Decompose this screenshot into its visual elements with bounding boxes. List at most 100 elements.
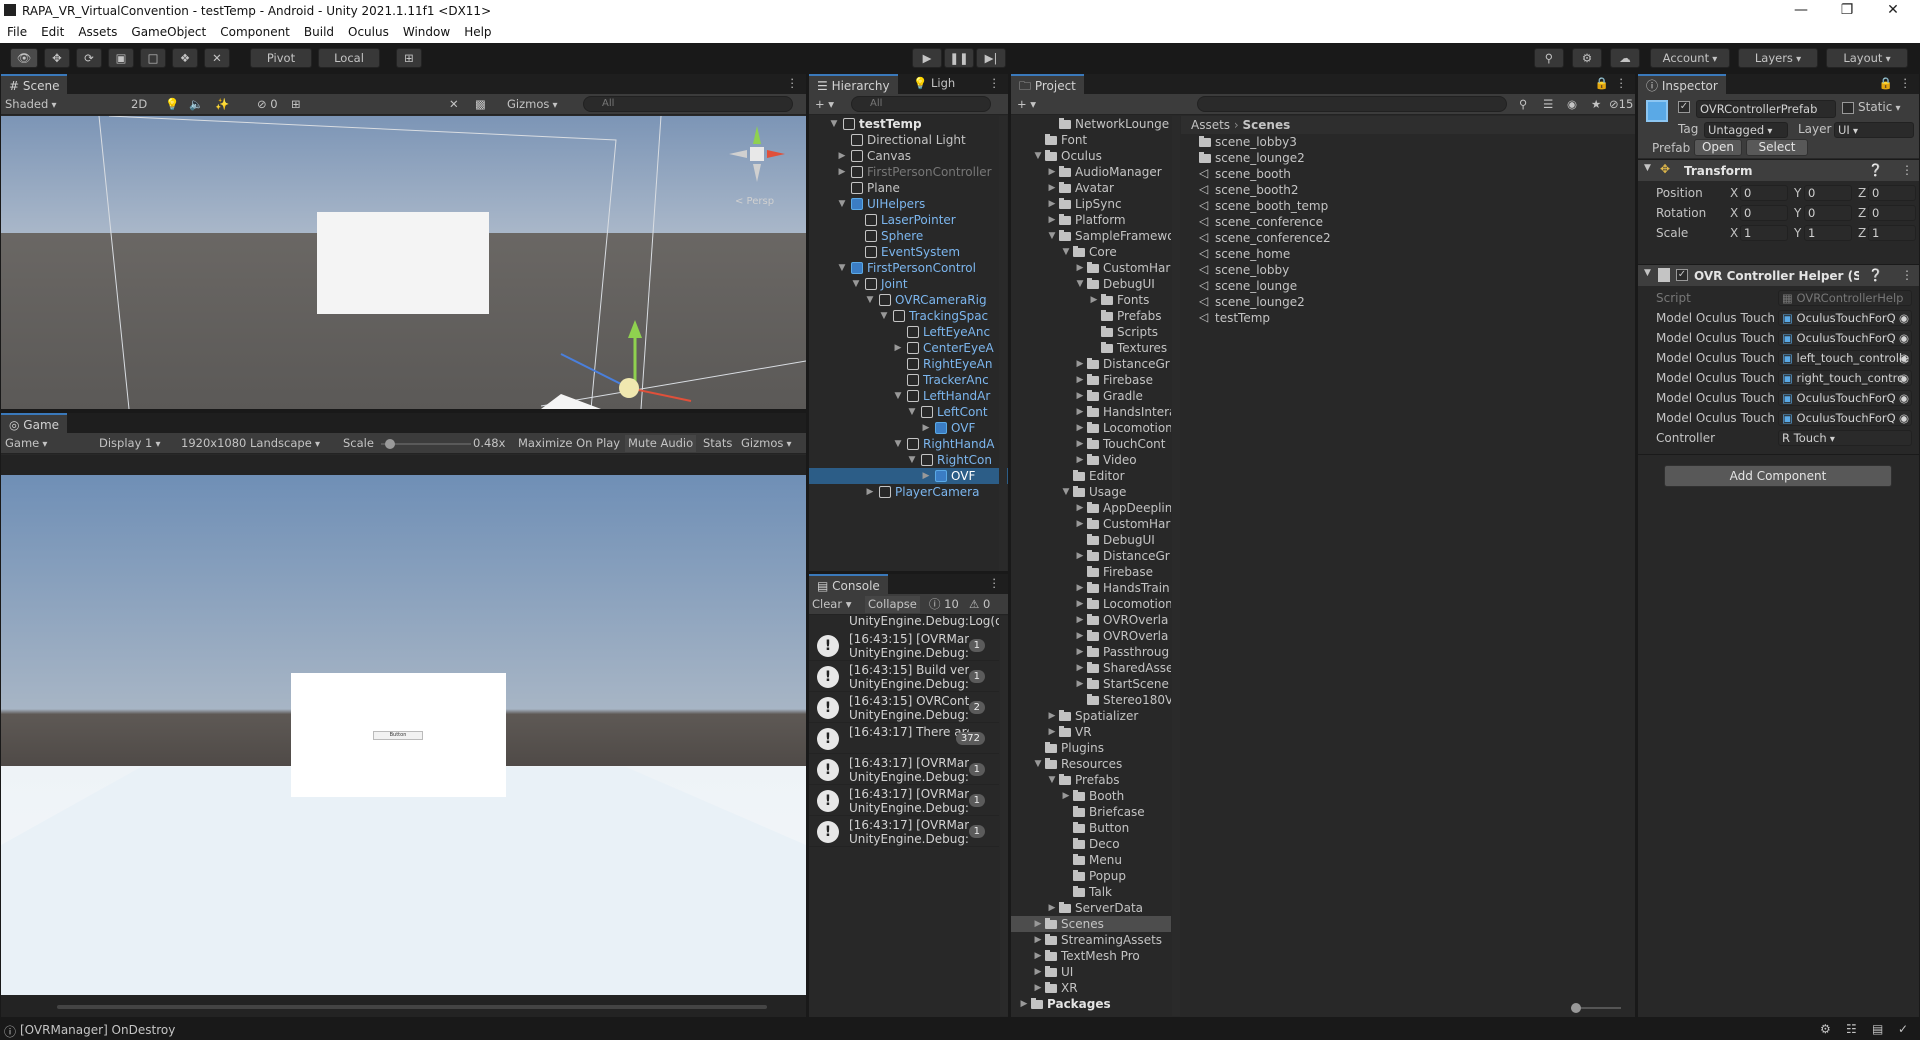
camera-icon[interactable]: ▩ [475,96,486,113]
object-picker-icon[interactable]: ◉ [1899,391,1909,405]
hierarchy-item[interactable]: LeftEyeAnc [809,324,1008,340]
play-button[interactable]: ▶ [912,48,942,68]
debug-icon[interactable]: ⚙ [1820,1022,1831,1036]
close-icon[interactable]: ✕ [1870,0,1916,22]
project-folder-item[interactable]: ▶ UI [1011,964,1171,980]
mode-2d-toggle[interactable]: 2D [131,96,147,113]
object-reference-field[interactable]: ▣ OculusTouchForQ ◉ [1778,390,1912,406]
cache-icon[interactable]: ▤ [1872,1022,1883,1036]
folder-expand-arrow-icon[interactable]: ▶ [1075,420,1085,436]
breadcrumb-scenes[interactable]: Scenes [1243,118,1291,132]
hierarchy-item[interactable]: ▼ RightHandA [809,436,1008,452]
project-file-item[interactable]: ◁ scene_conference [1181,214,1635,230]
breadcrumb-assets[interactable]: Assets [1191,118,1230,132]
project-folder-item[interactable]: ▶ OVROverla [1011,612,1171,628]
layout-dropdown[interactable]: Layout [1826,48,1908,68]
console-entry[interactable]: ! [16:43:17] There are 2 aud372 [809,723,999,754]
tag-dropdown[interactable]: Untagged [1704,122,1788,138]
hierarchy-item[interactable]: TrackerAnc [809,372,1008,388]
layer-dropdown[interactable]: UI [1834,122,1914,138]
hierarchy-item[interactable]: ▶ OVF [809,468,1008,484]
folder-expand-arrow-icon[interactable]: ▶ [1075,628,1085,644]
project-file-item[interactable]: scene_lounge2 [1181,150,1635,166]
auto-generate-icon[interactable]: ☷ [1846,1022,1857,1036]
project-folder-item[interactable]: Popup [1011,868,1171,884]
project-folder-item[interactable]: Deco [1011,836,1171,852]
search-by-type-icon[interactable]: ⚲ [1519,96,1527,113]
hierarchy-item[interactable]: ▼ RightCon [809,452,1008,468]
object-picker-icon[interactable]: ◉ [1899,371,1909,385]
object-picker-icon[interactable]: ◉ [1899,331,1909,345]
icon-size-thumb[interactable] [1571,1003,1581,1013]
project-folder-item[interactable]: ▶ Fonts [1011,292,1171,308]
expand-arrow-icon[interactable]: ▶ [865,484,875,500]
component-menu-icon[interactable]: ⋮ [1901,268,1913,282]
folder-expand-arrow-icon[interactable]: ▼ [1061,244,1071,260]
expand-arrow-icon[interactable]: ▶ [893,340,903,356]
project-file-item[interactable]: ◁ scene_conference2 [1181,230,1635,246]
tab-lighting[interactable]: 💡 Ligh [913,75,955,92]
move-tool-icon[interactable]: ✥ [44,48,70,68]
folder-expand-arrow-icon[interactable]: ▶ [1075,372,1085,388]
project-file-item[interactable]: scene_lobby3 [1181,134,1635,150]
folder-expand-arrow-icon[interactable]: ▶ [1033,948,1043,964]
project-add-icon[interactable]: + ▾ [1017,96,1036,113]
folder-expand-arrow-icon[interactable]: ▶ [1075,404,1085,420]
project-file-item[interactable]: ◁ scene_booth [1181,166,1635,182]
display-dropdown[interactable]: Display 1 [99,435,161,453]
hierarchy-item[interactable]: ▶ OVF [809,420,1008,436]
project-folder-item[interactable]: ▶ CustomHar [1011,516,1171,532]
tab-scene[interactable]: # Scene [1,74,68,94]
project-lock-icon[interactable]: 🔒 [1595,75,1609,92]
prefab-select-button[interactable]: Select [1746,139,1808,156]
expand-arrow-icon[interactable]: ▼ [879,308,889,324]
project-folder-item[interactable]: ▶ AudioManager [1011,164,1171,180]
hierarchy-item[interactable]: ▼ LeftCont [809,404,1008,420]
project-folder-item[interactable]: ▶ LipSync [1011,196,1171,212]
project-folder-item[interactable]: ▶ ServerData [1011,900,1171,916]
project-folder-item[interactable]: ▼ Core [1011,244,1171,260]
object-name-field[interactable]: OVRControllerPrefab [1696,100,1836,118]
view-tool-icon[interactable]: 👁 [10,48,38,68]
tab-game[interactable]: ◎ Game [1,413,68,433]
project-file-item[interactable]: ◁ scene_booth_temp [1181,198,1635,214]
controller-dropdown[interactable]: R Touch [1778,430,1912,446]
hierarchy-item[interactable]: ▼ FirstPersonControl [809,260,1008,276]
pause-button[interactable]: ❚❚ [944,48,974,68]
maximize-on-play-toggle[interactable]: Maximize On Play [518,435,620,452]
project-menu-icon[interactable]: ⋮ [1616,75,1628,92]
project-folder-item[interactable]: Scripts [1011,324,1171,340]
transform-help-icon[interactable]: ❔ [1868,163,1883,177]
hierarchy-item[interactable]: ▼ testTemp [809,116,1008,132]
grid-snap-icon[interactable]: ⊞ [396,48,422,68]
mute-audio-toggle[interactable]: Mute Audio [625,435,697,452]
project-folder-item[interactable]: ▶ Platform [1011,212,1171,228]
project-folder-item[interactable]: ▼ Usage [1011,484,1171,500]
hierarchy-item[interactable]: RightEyeAn [809,356,1008,372]
folder-expand-arrow-icon[interactable]: ▶ [1075,388,1085,404]
transform-fold-icon[interactable]: ▼ [1644,163,1651,173]
console-entry[interactable]: ! [16:43:15] Build ver : 1.2.0UnityEngine… [809,661,999,692]
project-file-item[interactable]: ◁ scene_home [1181,246,1635,262]
hierarchy-item[interactable]: ▶ Canvas [809,148,1008,164]
hierarchy-item[interactable]: Plane [809,180,1008,196]
transform-y-field[interactable]: 1 [1804,225,1852,241]
hierarchy-item[interactable]: LaserPointer [809,212,1008,228]
folder-expand-arrow-icon[interactable]: ▶ [1019,996,1029,1012]
hierarchy-item[interactable]: ▶ FirstPersonController [809,164,1008,180]
folder-expand-arrow-icon[interactable]: ▶ [1075,500,1085,516]
transform-y-field[interactable]: 0 [1804,185,1852,201]
scene-search-input[interactable]: All [583,96,793,112]
filter-icon[interactable]: ☰ [1543,96,1553,113]
account-dropdown[interactable]: Account [1650,48,1730,68]
project-folder-item[interactable]: ▶ DistanceGr [1011,356,1171,372]
folder-expand-arrow-icon[interactable]: ▶ [1047,708,1057,724]
transform-z-field[interactable]: 1 [1868,225,1916,241]
resolution-dropdown[interactable]: 1920x1080 Landscape [181,435,320,453]
project-file-item[interactable]: ◁ scene_booth2 [1181,182,1635,198]
favorite-icon[interactable]: ★ [1591,96,1601,113]
console-scrollbar[interactable] [1000,616,1008,1016]
project-tree-scrollbar[interactable] [1172,116,1180,1016]
folder-expand-arrow-icon[interactable]: ▶ [1075,436,1085,452]
icon-size-slider[interactable] [1571,1003,1621,1013]
